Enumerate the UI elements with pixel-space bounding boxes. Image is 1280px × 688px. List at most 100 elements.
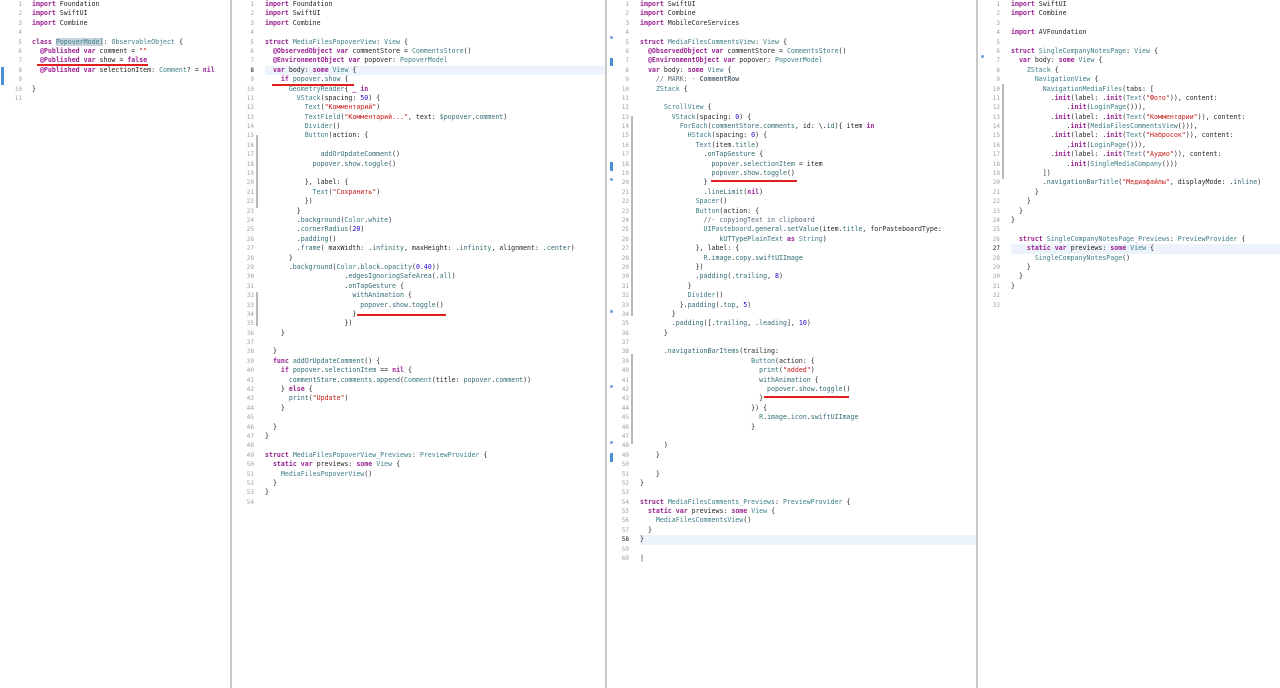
code-line[interactable]: .init(label: .init(Text("Комментарии")),…	[1011, 113, 1280, 122]
code-line[interactable]: //- copyingText in clipboard	[640, 216, 976, 225]
code-line[interactable]	[265, 338, 605, 347]
code-line[interactable]: }	[265, 404, 605, 413]
breakpoint-marker[interactable]	[610, 178, 613, 181]
breakpoint-marker[interactable]	[981, 55, 984, 58]
code-line[interactable]: import Combine	[640, 9, 976, 18]
code-line[interactable]: @EnvironmentObject var popover: PopoverM…	[265, 56, 605, 65]
code-line[interactable]: } else {	[265, 385, 605, 394]
code-area[interactable]: import SwiftUI import Combine import AVFou…	[1011, 0, 1280, 310]
code-line[interactable]: withAnimation {	[265, 291, 605, 300]
code-line[interactable]	[265, 169, 605, 178]
code-line[interactable]	[1011, 291, 1280, 300]
code-line[interactable]: TextField("Комментарий...", text: $popov…	[265, 113, 605, 122]
code-line[interactable]: .init(label: .init(Text("Фото")), conten…	[1011, 94, 1280, 103]
code-line[interactable]: print("added")	[640, 366, 976, 375]
code-line[interactable]: }	[265, 207, 605, 216]
code-line[interactable]: Text("Сохранить")	[265, 188, 605, 197]
code-line[interactable]: }	[1011, 282, 1280, 291]
code-line[interactable]	[1011, 38, 1280, 47]
code-line[interactable]: })	[640, 263, 976, 272]
code-area[interactable]: import SwiftUI import Combine import Mobil…	[640, 0, 976, 563]
code-line[interactable]: }	[640, 282, 976, 291]
code-line[interactable]: }	[640, 310, 976, 319]
code-line[interactable]: .init(LoginPage())),	[1011, 103, 1280, 112]
code-line[interactable]	[32, 94, 230, 103]
code-line[interactable]: .background(Color.white)	[265, 216, 605, 225]
code-line[interactable]: import AVFoundation	[1011, 28, 1280, 37]
editor-pane-popover-view[interactable]: 1 2 3 4 5 6 7 8 9 10 11 12 13 14 15 16 17 18 19 20 21 22 23 24 2…	[232, 0, 605, 688]
code-line[interactable]: .lineLimit(nil)	[640, 188, 976, 197]
editor-pane-popover-model[interactable]: 1 2 3 4 5 6 7 8 9 10 11 import Foundation import Sw…	[0, 0, 230, 688]
code-line[interactable]: withAnimation {	[640, 376, 976, 385]
code-line[interactable]: struct SingleCompanyNotesPage: View {	[1011, 47, 1280, 56]
code-line[interactable]: static var previews: some View {	[640, 507, 976, 516]
code-line[interactable]: popover.show.toggle()	[265, 301, 605, 310]
code-line[interactable]: }	[1011, 216, 1280, 225]
code-line[interactable]: }	[640, 451, 976, 460]
code-line[interactable]: import Foundation	[265, 0, 605, 9]
code-line[interactable]: import Combine	[265, 19, 605, 28]
code-line[interactable]: }	[1011, 272, 1280, 281]
code-line[interactable]: // MARK: - CommentRow	[640, 75, 976, 84]
code-line[interactable]: .cornerRadius(20)	[265, 225, 605, 234]
code-line[interactable]: }	[265, 347, 605, 356]
code-line[interactable]: }	[265, 432, 605, 441]
code-line[interactable]: import SwiftUI	[32, 9, 230, 18]
code-line[interactable]: .onTapGesture {	[640, 150, 976, 159]
code-line[interactable]: }	[265, 423, 605, 432]
code-line[interactable]: Divider()	[640, 291, 976, 300]
code-line[interactable]: }	[265, 254, 605, 263]
code-line[interactable]: popover.selectionItem = item	[640, 160, 976, 169]
code-line[interactable]	[32, 28, 230, 37]
code-line[interactable]	[1011, 301, 1280, 310]
code-line[interactable]: @ObservedObject var commentStore = Comme…	[265, 47, 605, 56]
code-line[interactable]: static var previews: some View {	[1011, 244, 1280, 254]
code-line[interactable]: func addOrUpdateComment() {	[265, 357, 605, 366]
code-line[interactable]: }	[265, 329, 605, 338]
code-line[interactable]: HStack(spacing: 0) {	[640, 131, 976, 140]
code-line[interactable]: .init(SingleMediaCompany()))	[1011, 160, 1280, 169]
editor-pane-company-notes[interactable]: 1 2 3 4 5 6 7 8 9 10 11 12 13 14 15 16 17 18 19 20 21 22 23 24 2…	[978, 0, 1280, 688]
code-line[interactable]: }	[640, 526, 976, 535]
code-line[interactable]: ForEach(commentStore.comments, id: \.id)…	[640, 122, 976, 131]
code-line[interactable]: import Foundation	[32, 0, 230, 9]
code-line[interactable]: }	[640, 470, 976, 479]
breakpoint-marker[interactable]	[610, 441, 613, 444]
code-line[interactable]	[265, 498, 605, 507]
code-line[interactable]	[640, 28, 976, 37]
code-line[interactable]	[265, 441, 605, 450]
code-line[interactable]: addOrUpdateComment()	[265, 150, 605, 159]
code-line[interactable]: import MobileCoreServices	[640, 19, 976, 28]
code-line[interactable]: import Combine	[32, 19, 230, 28]
code-line[interactable]: .navigationBarItems(trailing:	[640, 347, 976, 356]
code-line[interactable]: }	[1011, 188, 1280, 197]
code-line[interactable]: .edgesIgnoringSafeArea(.all)	[265, 272, 605, 281]
code-area[interactable]: import Foundation import SwiftUI import Co…	[265, 0, 605, 507]
code-line[interactable]	[640, 488, 976, 497]
code-line[interactable]: Button(action: {	[265, 131, 605, 140]
code-line[interactable]: .padding(.trailing, 8)	[640, 272, 976, 281]
code-line[interactable]: })	[265, 319, 605, 328]
code-line[interactable]: .init(MediaFilesCommentsView())),	[1011, 122, 1280, 131]
code-line[interactable]: }	[1011, 197, 1280, 206]
code-line[interactable]	[1011, 225, 1280, 234]
code-line[interactable]: VStack(spacing: 0) {	[640, 113, 976, 122]
code-line[interactable]	[265, 141, 605, 150]
code-line[interactable]	[640, 94, 976, 103]
code-line[interactable]	[640, 432, 976, 441]
code-line[interactable]: struct MediaFilesCommentsView: View {	[640, 38, 976, 47]
code-line[interactable]	[640, 338, 976, 347]
code-line[interactable]: }	[640, 329, 976, 338]
code-line[interactable]: Text(item.title)	[640, 141, 976, 150]
code-line[interactable]: popover.show.toggle()	[265, 160, 605, 169]
code-line[interactable]: .navigationBarTitle("Медиафайлы", displa…	[1011, 178, 1280, 187]
code-line[interactable]: R.image.copy.swiftUIImage	[640, 254, 976, 263]
code-line[interactable]: }	[1011, 263, 1280, 272]
code-line[interactable]: struct MediaFilesPopoverView: View {	[265, 38, 605, 47]
code-line[interactable]: Button(action: {	[640, 207, 976, 216]
code-line[interactable]: }, label: {	[640, 244, 976, 253]
code-line[interactable]: }	[640, 423, 976, 432]
code-line[interactable]	[32, 75, 230, 84]
code-line[interactable]: struct SingleCompanyNotesPage_Previews: …	[1011, 235, 1280, 244]
code-line[interactable]: var body: some View {	[640, 66, 976, 75]
